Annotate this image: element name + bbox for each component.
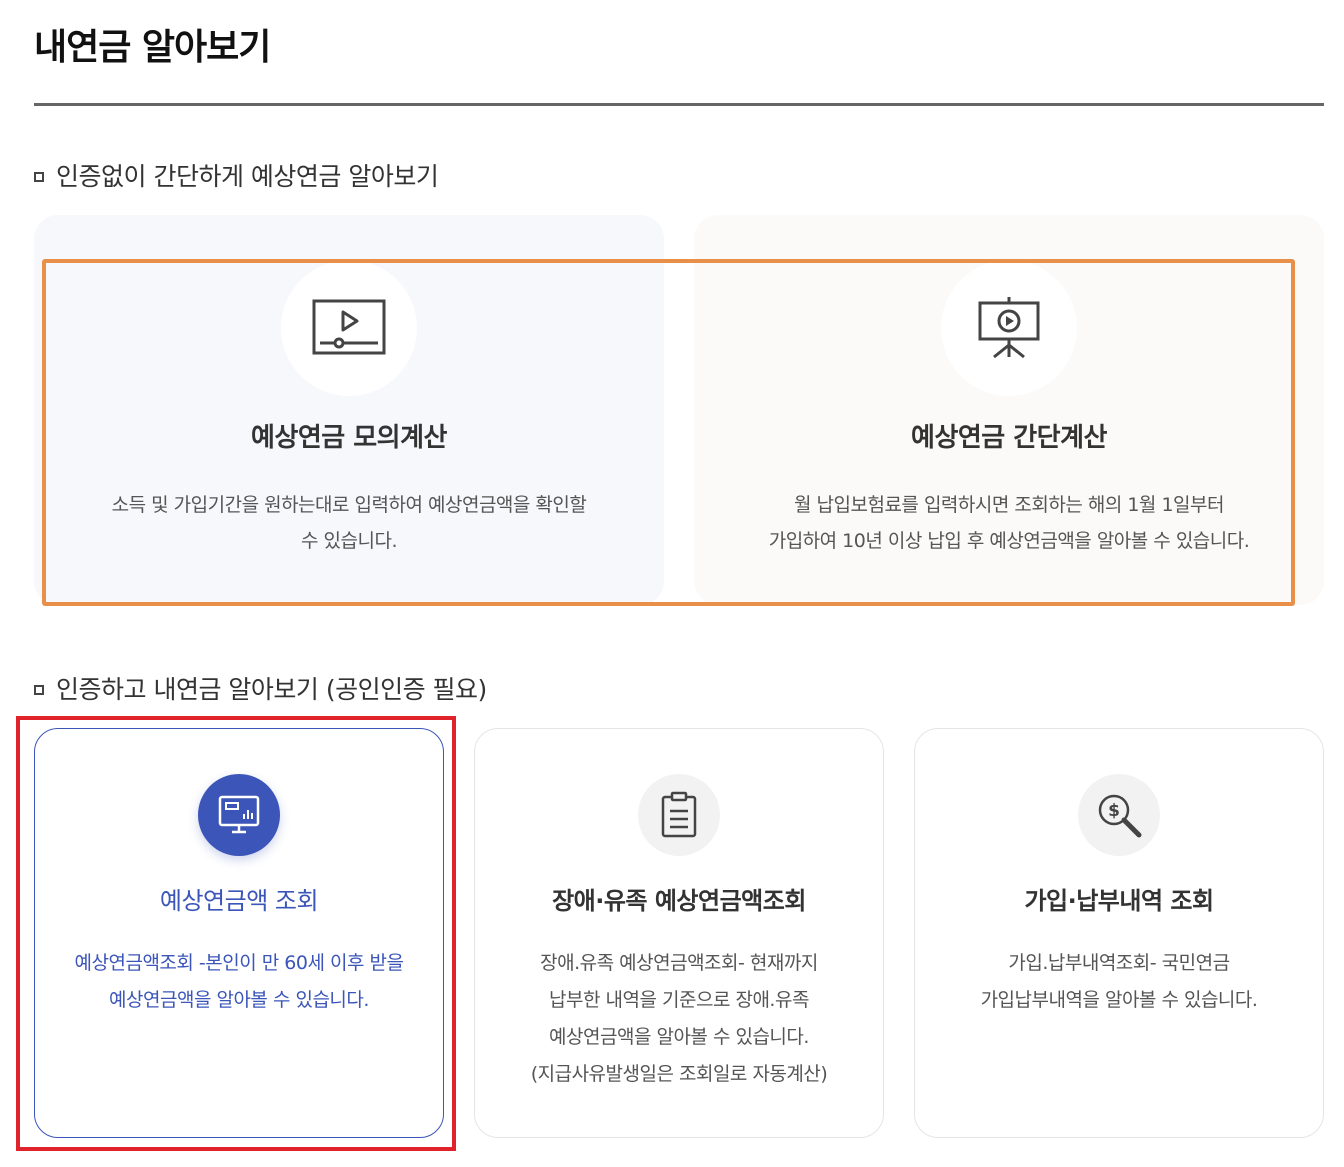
card-title: 예상연금액 조회 (159, 887, 319, 915)
card-description-line: 예상연금액조회 -본인이 만 60세 이후 받을 (74, 952, 404, 974)
card-title: 가입·납부내역 조회 (1024, 887, 1214, 915)
card-description-line: 소득 및 가입기간을 원하는대로 입력하여 예상연금액을 확인할 (111, 494, 587, 516)
title-divider (34, 103, 1324, 106)
card-description-line: (지급사유발생일은 조회일로 자동계산) (530, 1063, 828, 1085)
presentation-screen-icon (941, 260, 1077, 396)
card-description-line: 가입하여 10년 이상 납입 후 예상연금액을 알아볼 수 있습니다. (768, 530, 1250, 552)
card-description-line: 월 납입보험료를 입력하시면 조회하는 해의 1월 1일부터 (794, 494, 1224, 516)
monitor-chart-icon (198, 774, 280, 856)
section-heading-no-auth: 인증없이 간단하게 예상연금 알아보기 (34, 160, 439, 194)
card-description: 예상연금액조회 -본인이 만 60세 이후 받을 예상연금액을 알아볼 수 있습… (55, 945, 423, 1019)
clipboard-list-icon (638, 774, 720, 856)
card-title: 예상연금 모의계산 (251, 423, 447, 453)
video-player-icon (281, 260, 417, 396)
svg-text:$: $ (1108, 801, 1120, 821)
card-description-line: 장애.유족 예상연금액조회- 현재까지 (540, 952, 818, 974)
card-description-line: 수 있습니다. (301, 530, 397, 552)
card-description-line: 가입.납부내역조회- 국민연금 (1008, 952, 1230, 974)
card-description-line: 가입납부내역을 알아볼 수 있습니다. (980, 989, 1258, 1011)
card-enrollment-payment-inquiry[interactable]: $ 가입·납부내역 조회 가입.납부내역조회- 국민연금 가입납부내역을 알아볼… (914, 728, 1324, 1138)
card-title: 예상연금 간단계산 (911, 423, 1107, 453)
section-heading-text: 인증하고 내연금 알아보기 (공인인증 필요) (56, 675, 487, 704)
square-bullet-icon (34, 172, 44, 182)
card-description-line: 예상연금액을 알아볼 수 있습니다. (549, 1026, 809, 1048)
dollar-search-icon: $ (1078, 774, 1160, 856)
page-title: 내연금 알아보기 (34, 27, 271, 68)
card-description: 가입.납부내역조회- 국민연금 가입납부내역을 알아볼 수 있습니다. (935, 945, 1303, 1019)
card-description: 장애.유족 예상연금액조회- 현재까지 납부한 내역을 기준으로 장애.유족 예… (495, 945, 863, 1093)
section-heading-auth: 인증하고 내연금 알아보기 (공인인증 필요) (34, 673, 487, 707)
card-description-line: 납부한 내역을 기준으로 장애.유족 (549, 989, 809, 1011)
card-description: 소득 및 가입기간을 원하는대로 입력하여 예상연금액을 확인할 수 있습니다. (74, 487, 624, 559)
section-heading-text: 인증없이 간단하게 예상연금 알아보기 (56, 162, 439, 191)
card-disability-survivor-inquiry[interactable]: 장애·유족 예상연금액조회 장애.유족 예상연금액조회- 현재까지 납부한 내역… (474, 728, 884, 1138)
square-bullet-icon (34, 685, 44, 695)
card-pension-simple-calc[interactable]: 예상연금 간단계산 월 납입보험료를 입력하시면 조회하는 해의 1월 1일부터… (694, 215, 1324, 605)
card-description: 월 납입보험료를 입력하시면 조회하는 해의 1월 1일부터 가입하여 10년 … (734, 487, 1284, 559)
card-description-line: 예상연금액을 알아볼 수 있습니다. (109, 989, 369, 1011)
card-title: 장애·유족 예상연금액조회 (552, 887, 806, 915)
card-expected-pension-inquiry[interactable]: 예상연금액 조회 예상연금액조회 -본인이 만 60세 이후 받을 예상연금액을… (34, 728, 444, 1138)
card-pension-simulation[interactable]: 예상연금 모의계산 소득 및 가입기간을 원하는대로 입력하여 예상연금액을 확… (34, 215, 664, 605)
